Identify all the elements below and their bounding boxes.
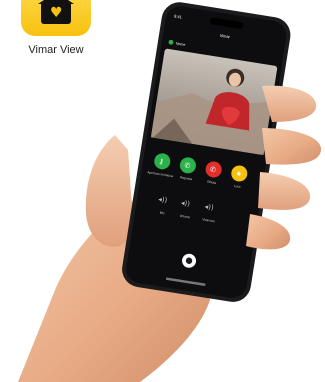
app-name: Vimar View bbox=[28, 44, 84, 56]
heart-icon: ♥ bbox=[50, 5, 63, 21]
video-feed bbox=[150, 48, 278, 156]
speaker-icon: ◂)) bbox=[180, 199, 190, 208]
mic-icon: ◂)) bbox=[158, 195, 168, 204]
speaker-icon: ◂)) bbox=[204, 203, 214, 212]
hand-finger-4 bbox=[246, 214, 291, 250]
house-icon: ♥ bbox=[38, 0, 74, 24]
hand-holding-phone-illustration: 9:41 Vimar Nome ⚷ ✆ ✆ ✹ Apertura serratu… bbox=[18, 2, 322, 382]
hand-thumb bbox=[85, 135, 134, 247]
marketing-image: 9:41 Vimar Nome ⚷ ✆ ✆ ✹ Apertura serratu… bbox=[0, 0, 325, 382]
hand-finger-2 bbox=[262, 128, 322, 165]
vimar-view-app-icon[interactable]: ♥ bbox=[21, 0, 91, 36]
hand-finger-3 bbox=[258, 172, 311, 210]
